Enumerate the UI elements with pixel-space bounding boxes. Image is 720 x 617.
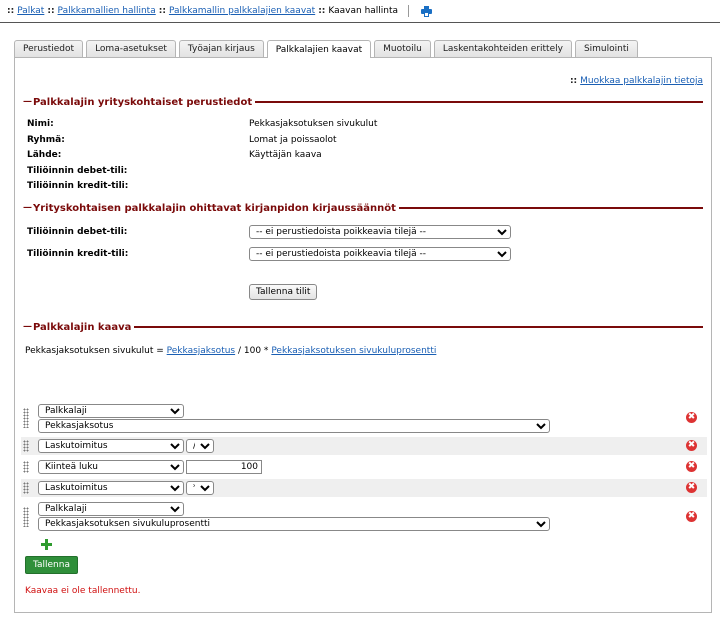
edit-info-link-container: :: Muokkaa palkkalajin tietoja (570, 76, 703, 86)
tab-palkkalajien-kaavat[interactable]: Palkkalajien kaavat (266, 40, 372, 58)
formula-type-select[interactable]: Laskutoimitus (38, 439, 184, 453)
edit-info-link[interactable]: Muokkaa palkkalajin tietoja (580, 76, 703, 86)
breadcrumb-current: Kaavan hallinta (328, 6, 399, 16)
drag-handle-icon[interactable] (23, 482, 29, 494)
override-debit-label: Tiliöinnin debet-tili: (27, 227, 128, 237)
override-credit-select[interactable]: -- ei perustiedoista poikkeavia tilejä -… (249, 247, 511, 261)
tab-perustiedot[interactable]: Perustiedot (14, 40, 84, 57)
print-icon[interactable] (421, 5, 433, 17)
info-label: Lähde: (27, 150, 62, 160)
formula-type-select[interactable]: Kiinteä luku (38, 460, 184, 474)
drag-handle-icon[interactable] (23, 440, 29, 452)
info-row-source: Lähde: Käyttäjän kaava (27, 148, 707, 162)
breadcrumb-link-palkkamallien-hallinta[interactable]: Palkkamallien hallinta (58, 6, 156, 16)
info-label: Ryhmä: (27, 135, 65, 145)
operator-select[interactable]: * (186, 481, 214, 495)
pay-type-select[interactable]: Pekkasjaksotuksen sivukuluprosentti (38, 517, 550, 531)
breadcrumb-separator: :: (7, 6, 15, 16)
formula-term-link[interactable]: Pekkasjaksotus (167, 346, 235, 356)
info-row-group: Ryhmä: Lomat ja poissaolot (27, 133, 707, 147)
formula-row: Palkkalaji Pekkasjaksotuksen sivukulupro… (21, 501, 707, 534)
delete-icon[interactable]: ✖ (686, 412, 697, 423)
override-credit-label: Tiliöinnin kredit-tili: (27, 249, 129, 259)
info-row-name: Nimi: Pekkasjaksotuksen sivukulut (27, 117, 707, 131)
delete-icon[interactable]: ✖ (686, 482, 697, 493)
save-button[interactable]: Tallenna (25, 556, 78, 574)
info-row-debit: Tiliöinnin debet-tili: (27, 164, 707, 178)
add-icon[interactable] (41, 539, 52, 550)
formula-operator-text: / 100 * (238, 346, 269, 356)
drag-handle-icon[interactable] (23, 408, 29, 428)
tab-muotoilu[interactable]: Muotoilu (374, 40, 431, 57)
save-accounts-button[interactable]: Tallenna tilit (249, 284, 318, 300)
drag-handle-icon[interactable] (23, 461, 29, 473)
formula-type-select[interactable]: Palkkalaji (38, 502, 184, 516)
breadcrumb-separator: :: (318, 6, 326, 16)
info-value: Lomat ja poissaolot (249, 135, 337, 145)
edit-link-prefix: :: (569, 76, 578, 86)
header-rule (0, 22, 720, 23)
breadcrumb-link-palkat[interactable]: Palkat (17, 6, 44, 16)
pay-type-select[interactable]: Pekkasjaksotus (38, 419, 550, 433)
section-formula-title: — Palkkalajin kaava (23, 320, 703, 334)
tab-tyoajan-kirjaus[interactable]: Työajan kirjaus (178, 40, 264, 57)
override-debit-select[interactable]: -- ei perustiedoista poikkeavia tilejä -… (249, 225, 511, 239)
override-row-debit: Tiliöinnin debet-tili: -- ei perustiedoi… (27, 225, 707, 239)
delete-icon[interactable]: ✖ (686, 461, 697, 472)
breadcrumb-separator: :: (47, 6, 55, 16)
section-override-title: — Yrityskohtaisen palkkalajin ohittavat k… (23, 201, 703, 215)
override-row-credit: Tiliöinnin kredit-tili: -- ei perustiedo… (27, 247, 707, 261)
operator-select[interactable]: / (186, 439, 214, 453)
info-row-credit: Tiliöinnin kredit-tili: (27, 179, 707, 193)
constant-number-input[interactable] (186, 460, 262, 474)
info-label: Nimi: (27, 119, 54, 129)
tab-bar: Perustiedot Loma-asetukset Työajan kirja… (14, 40, 641, 58)
info-value: Pekkasjaksotuksen sivukulut (249, 119, 378, 129)
delete-icon[interactable]: ✖ (686, 440, 697, 451)
breadcrumb-link-palkkalajien-kaavat[interactable]: Palkkamallin palkkalajien kaavat (169, 6, 315, 16)
formula-term-link[interactable]: Pekkasjaksotuksen sivukuluprosentti (271, 346, 436, 356)
formula-row: Laskutoimitus * ✖ (21, 479, 707, 497)
info-value: Käyttäjän kaava (249, 150, 322, 160)
section-override-label: Yrityskohtaisen palkkalajin ohittavat ki… (33, 202, 396, 214)
breadcrumb: :: Palkat :: Palkkamallien hallinta :: P… (0, 0, 720, 22)
info-label: Tiliöinnin debet-tili: (27, 166, 128, 176)
tab-simulointi[interactable]: Simulointi (574, 40, 638, 57)
section-basic-info-label: Palkkalajin yrityskohtaiset perustiedot (33, 96, 253, 108)
tab-laskentakohteiden-erittely[interactable]: Laskentakohteiden erittely (433, 40, 572, 57)
formula-text: Pekkasjaksotuksen sivukulut = Pekkasjaks… (25, 346, 436, 356)
formula-type-select[interactable]: Palkkalaji (38, 404, 184, 418)
info-label: Tiliöinnin kredit-tili: (27, 181, 129, 191)
unsaved-warning: Kaavaa ei ole tallennettu. (25, 586, 141, 596)
formula-row: Kiinteä luku ✖ (21, 458, 707, 476)
breadcrumb-separator: :: (158, 6, 166, 16)
section-basic-info-title: — Palkkalajin yrityskohtaiset perustiedot (23, 95, 703, 109)
delete-icon[interactable]: ✖ (686, 511, 697, 522)
tab-panel: :: Muokkaa palkkalajin tietoja — Palkkalaj… (14, 57, 712, 613)
breadcrumb-divider (408, 5, 410, 17)
formula-row: Laskutoimitus / ✖ (21, 437, 707, 455)
formula-type-select[interactable]: Laskutoimitus (38, 481, 184, 495)
formula-lhs: Pekkasjaksotuksen sivukulut = (25, 346, 164, 356)
drag-handle-icon[interactable] (23, 507, 29, 527)
formula-row: Palkkalaji Pekkasjaksotus ✖ (21, 402, 707, 435)
section-formula-label: Palkkalajin kaava (33, 321, 132, 333)
tab-loma-asetukset[interactable]: Loma-asetukset (86, 40, 176, 57)
